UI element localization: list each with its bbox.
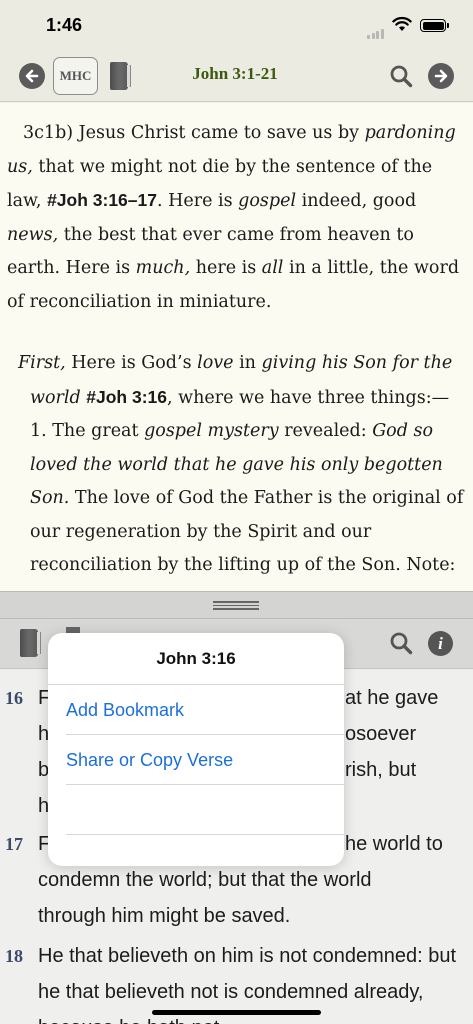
- text-run: 1. The great: [30, 421, 145, 441]
- verse-text-fragment: condemn the world; but that the world: [38, 869, 372, 891]
- text-run: The love of God the Father is the origin…: [30, 488, 464, 575]
- status-bar: 1:46: [0, 0, 473, 50]
- book-icon[interactable]: [110, 62, 131, 90]
- verse-text: For God so loved the world, that he gave…: [38, 687, 48, 709]
- text-run: . Here is: [157, 191, 239, 211]
- pane-divider[interactable]: [0, 591, 473, 619]
- home-indicator[interactable]: [152, 1010, 321, 1015]
- page-title[interactable]: John 3:1-21: [150, 64, 320, 84]
- drag-handle-icon[interactable]: [213, 601, 259, 610]
- verse-action-popup: John 3:16 Add Bookmark Share or Copy Ver…: [48, 633, 344, 866]
- popup-empty-item[interactable]: [66, 785, 344, 835]
- verse-number: 17: [5, 834, 23, 854]
- text-run: revealed:: [278, 421, 373, 441]
- text-run: news,: [7, 224, 59, 245]
- verse-text-fragment: h: [38, 723, 48, 745]
- text-run: 3c1b) Jesus Christ came to save us by: [23, 123, 365, 143]
- text-run: Here is God’s: [65, 353, 198, 373]
- text-run: First,: [18, 353, 66, 373]
- popup-title: John 3:16: [48, 633, 344, 685]
- verse-text-fragment: b: [38, 759, 48, 781]
- scripture-link[interactable]: #Joh 3:16–17: [47, 190, 157, 210]
- cellular-signal-icon: [367, 21, 385, 39]
- text-run: gospel mystery: [144, 421, 279, 441]
- commentary-pane[interactable]: 3c1b) Jesus Christ came to save us by pa…: [0, 103, 473, 591]
- verse-text-fragment: at he gave: [345, 687, 439, 709]
- verse-number: 16: [5, 688, 23, 708]
- mhc-button[interactable]: MHC: [53, 57, 98, 95]
- verse-number: 18: [5, 946, 23, 966]
- verse-text-fragment: through him might be saved.: [38, 905, 291, 927]
- bible-book-icon[interactable]: [20, 629, 41, 657]
- text-run: all: [261, 258, 284, 278]
- text-run: in: [233, 353, 262, 373]
- add-bookmark-button[interactable]: Add Bookmark: [66, 685, 344, 735]
- commentary-toolbar: MHC John 3:1-21: [0, 50, 473, 102]
- verse-text-fragment: osoever: [345, 723, 417, 745]
- info-icon[interactable]: i: [428, 631, 453, 656]
- verse-text-fragment: h: [38, 795, 48, 817]
- forward-arrow-icon[interactable]: [428, 63, 454, 89]
- wifi-icon: [392, 16, 412, 31]
- share-copy-verse-button[interactable]: Share or Copy Verse: [66, 735, 344, 785]
- verse-text-fragment: he world to: [345, 833, 443, 855]
- verse-text-fragment: rish, but: [345, 759, 417, 781]
- scripture-link[interactable]: #Joh 3:16: [86, 387, 167, 407]
- text-run: gospel: [238, 191, 297, 211]
- text-run: love: [197, 353, 234, 373]
- search-icon[interactable]: [389, 631, 413, 655]
- commentary-paragraph: 3c1b) Jesus Christ came to save us by pa…: [7, 117, 469, 319]
- status-time: 1:46: [46, 15, 83, 35]
- back-arrow-icon[interactable]: [19, 63, 45, 89]
- text-run: indeed, good: [296, 191, 417, 211]
- commentary-paragraph: First, Here is God’s love in giving his …: [18, 347, 470, 583]
- verse-text-fragment: F: [38, 833, 48, 855]
- search-icon[interactable]: [389, 64, 413, 88]
- text-run: here is: [190, 258, 262, 278]
- text-run: , where we have three things:—: [167, 387, 450, 408]
- battery-icon: [420, 19, 449, 32]
- text-run: much,: [135, 258, 191, 278]
